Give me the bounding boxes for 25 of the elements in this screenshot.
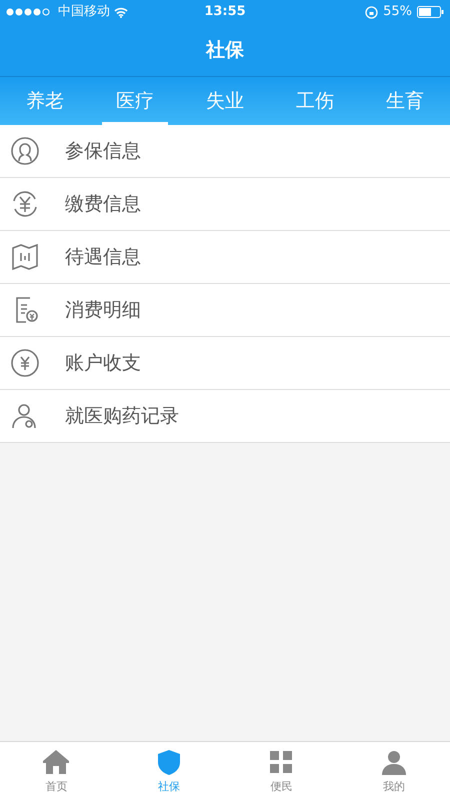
category-tab[interactable]: 工伤 xyxy=(282,77,348,125)
menu-item[interactable]: 消费明细 xyxy=(0,284,450,337)
category-tab[interactable]: 失业 xyxy=(192,77,258,125)
page-title: 社保 xyxy=(206,38,244,63)
bottom-tab[interactable]: 首页 xyxy=(0,742,112,800)
battery-percent: 55% xyxy=(383,3,412,22)
category-tab[interactable]: 养老 xyxy=(12,77,78,125)
menu-item[interactable]: 就医购药记录 xyxy=(0,390,450,443)
battery-icon xyxy=(417,6,444,18)
carrier-name: 中国移动 xyxy=(58,3,110,22)
category-tab[interactable]: 生育 xyxy=(372,77,438,125)
rotation-lock-icon xyxy=(365,6,378,18)
yuan-cycle-icon xyxy=(10,189,40,219)
wifi-icon xyxy=(114,6,128,18)
menu-item[interactable]: 缴费信息 xyxy=(0,178,450,231)
menu-item[interactable]: 参保信息 xyxy=(0,125,450,178)
person-circle-icon xyxy=(10,136,40,166)
clock-time: 13:55 xyxy=(204,3,246,22)
bottom-tab[interactable]: 社保 xyxy=(112,742,225,800)
bottom-tab[interactable]: 便民 xyxy=(225,742,338,800)
yuan-circle-icon xyxy=(10,348,40,378)
menu-item[interactable]: 账户收支 xyxy=(0,337,450,390)
map-icon xyxy=(10,242,40,272)
menu-item[interactable]: 待遇信息 xyxy=(0,231,450,284)
bottom-tab[interactable]: 我的 xyxy=(338,742,450,800)
